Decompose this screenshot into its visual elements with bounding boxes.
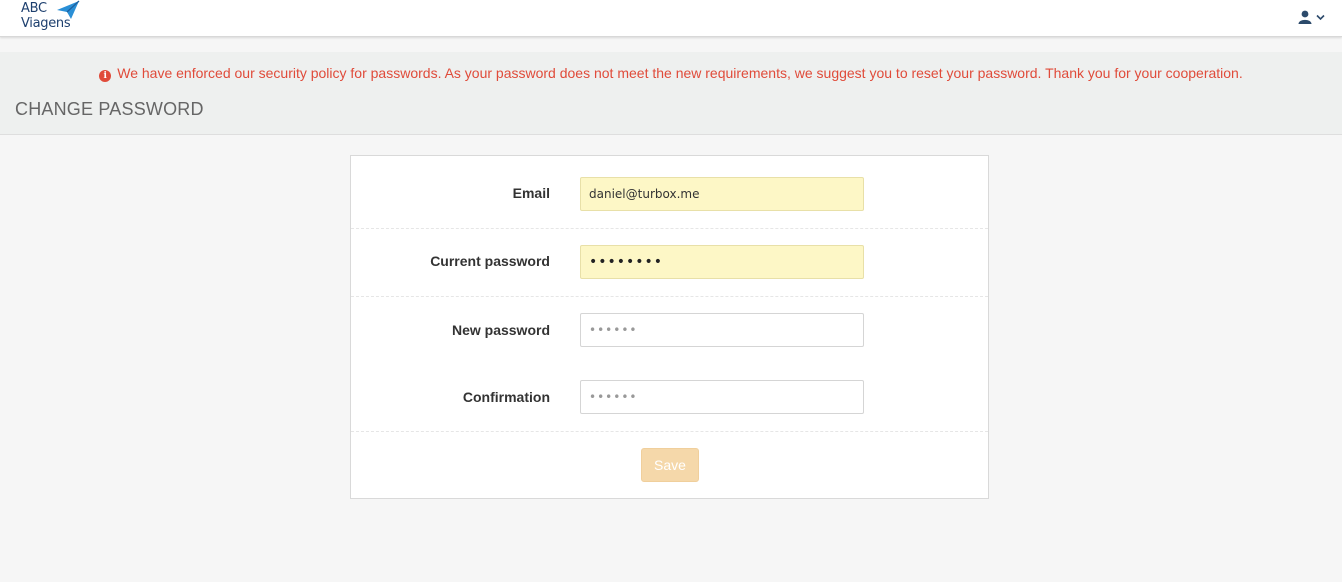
top-navbar: ABC Viagens xyxy=(0,0,1342,37)
current-password-row: Current password xyxy=(351,229,988,297)
page-header: i We have enforced our security policy fo… xyxy=(0,52,1342,135)
alert-text: We have enforced our security policy for… xyxy=(117,65,1243,81)
user-menu[interactable] xyxy=(1298,10,1330,28)
email-field[interactable] xyxy=(580,177,864,211)
current-password-field[interactable] xyxy=(580,245,864,279)
brand-line-1: ABC xyxy=(21,1,47,16)
new-password-row: New password xyxy=(351,297,988,364)
page-title: CHANGE PASSWORD xyxy=(15,99,204,119)
confirmation-label: Confirmation xyxy=(462,389,550,405)
change-password-form: Email Current password New password Conf… xyxy=(350,155,989,499)
paper-plane-icon xyxy=(57,0,80,19)
current-password-label: Current password xyxy=(430,253,550,269)
email-label: Email xyxy=(512,185,550,201)
new-password-label: New password xyxy=(451,322,550,338)
user-icon xyxy=(1298,10,1312,24)
save-button[interactable]: Save xyxy=(641,448,699,482)
security-alert: i We have enforced our security policy fo… xyxy=(0,65,1342,82)
confirmation-row: Confirmation xyxy=(351,364,988,432)
brand-logo[interactable]: ABC Viagens xyxy=(20,0,82,36)
confirmation-field[interactable] xyxy=(580,380,864,414)
chevron-down-icon xyxy=(1316,14,1325,21)
info-circle-icon: i xyxy=(99,70,112,82)
new-password-field[interactable] xyxy=(580,313,864,347)
email-row: Email xyxy=(351,156,988,229)
